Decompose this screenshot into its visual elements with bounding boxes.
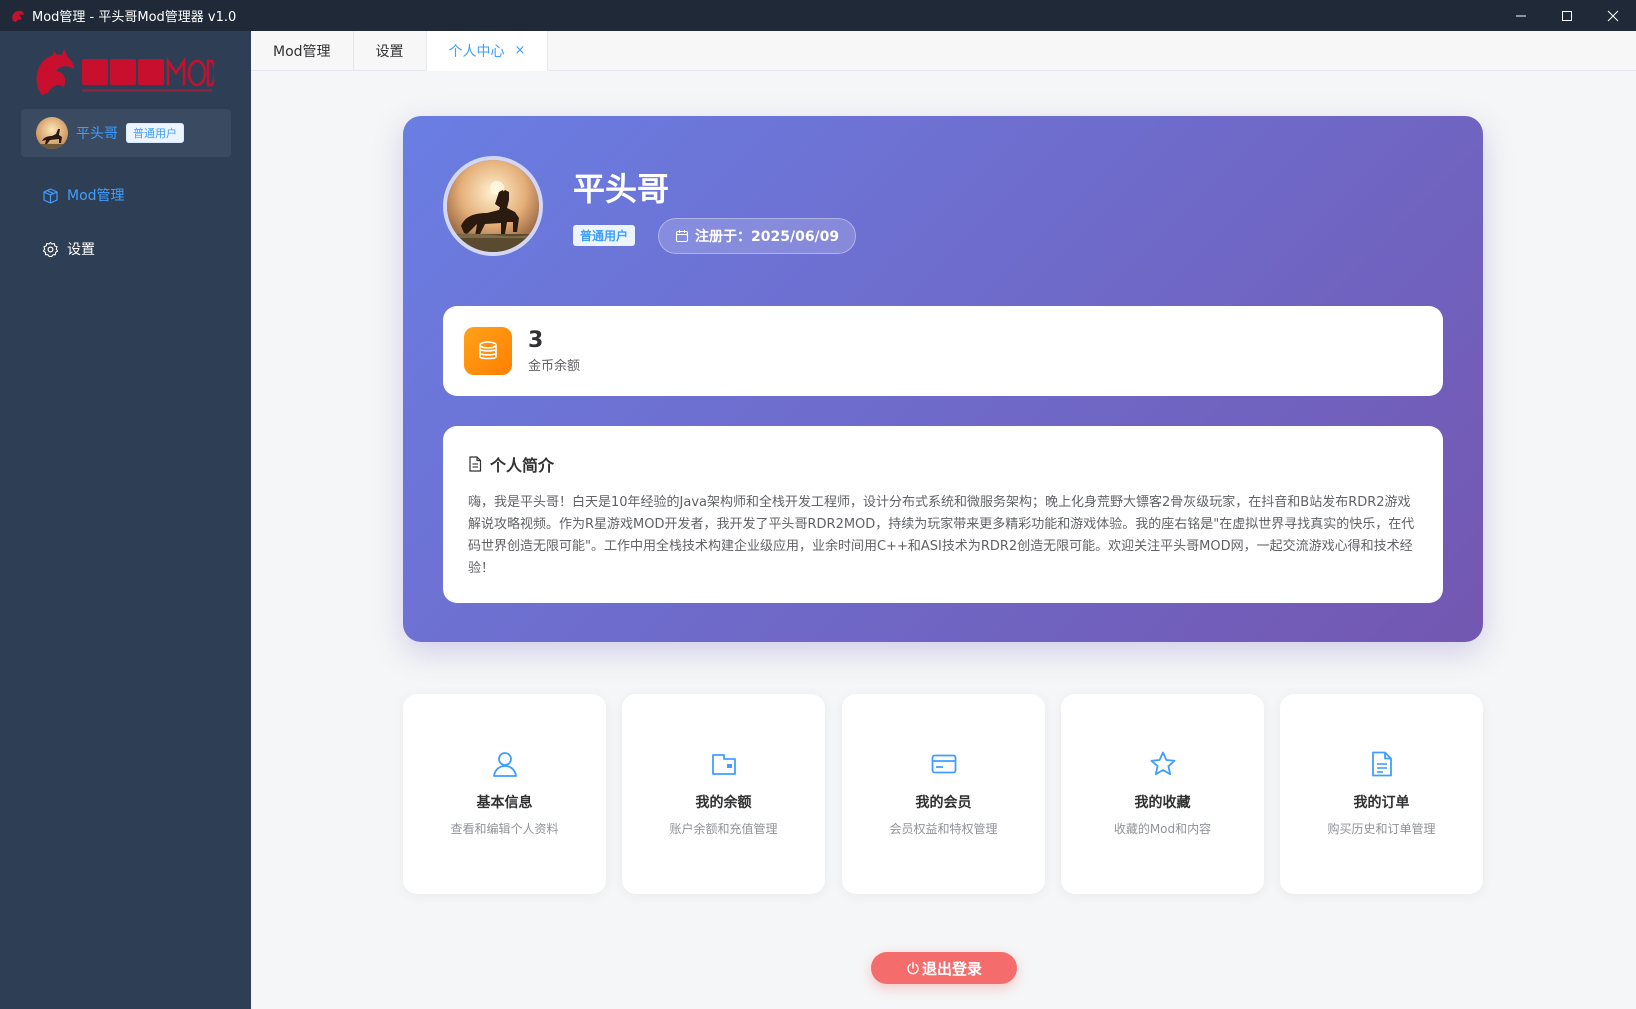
- profile-avatar[interactable]: [443, 156, 543, 256]
- window-title: Mod管理 - 平头哥Mod管理器 v1.0: [32, 10, 237, 25]
- quick-card-orders[interactable]: 我的订单 购买历史和订单管理: [1280, 694, 1483, 894]
- avatar: [36, 117, 68, 149]
- quick-card-title: 基本信息: [476, 795, 533, 811]
- tab-bar: Mod管理 设置 个人中心 ×: [251, 31, 1636, 71]
- calendar-icon: [675, 230, 689, 243]
- quick-card-desc: 收藏的Mod和内容: [1113, 822, 1212, 836]
- app-logo-icon: [12, 10, 24, 22]
- profile-hero-card: 平头哥 普通用户 注册于：2025/06/09 3 金币余额 个人简介 嗨，我是…: [403, 116, 1483, 642]
- profile-name: 平头哥: [573, 170, 670, 208]
- document-icon: [469, 456, 482, 472]
- document-icon: [1371, 751, 1392, 777]
- sidebar: 平头哥 普通用户 Mod管理 设置: [0, 31, 251, 1009]
- quick-card-desc: 购买历史和订单管理: [1327, 822, 1436, 836]
- logout-label: 退出登录: [921, 959, 982, 978]
- profile-level-badge: 普通用户: [573, 225, 636, 246]
- sidebar-user-name: 平头哥: [76, 126, 118, 142]
- quick-card-balance[interactable]: 我的余额 账户余额和充值管理: [622, 694, 825, 894]
- maximize-icon: [1562, 10, 1572, 21]
- close-window-button[interactable]: [1590, 0, 1636, 31]
- quick-card-title: 我的订单: [1353, 795, 1410, 811]
- user-icon: [492, 752, 517, 777]
- bio-title-text: 个人简介: [490, 456, 555, 475]
- maximize-button[interactable]: [1544, 0, 1590, 31]
- quick-card-basic-info[interactable]: 基本信息 查看和编辑个人资料: [403, 694, 606, 894]
- star-icon: [1150, 751, 1175, 776]
- tab-mod-management[interactable]: Mod管理: [251, 31, 354, 71]
- power-icon: [907, 961, 919, 975]
- user-card[interactable]: 平头哥 普通用户: [21, 109, 231, 157]
- close-icon: [1607, 10, 1619, 21]
- tab-label: 设置: [375, 44, 404, 60]
- tab-close-icon[interactable]: ×: [515, 43, 526, 58]
- sidebar-item-label: 设置: [67, 242, 95, 258]
- main-content: Mod管理 设置 个人中心 × 平头哥 普通用户 注册于：2025/06/09 …: [251, 31, 1636, 1009]
- coin-balance-label: 金币余额: [528, 359, 581, 374]
- register-date-text: 注册于：2025/06/09: [695, 229, 840, 245]
- card-icon: [931, 754, 956, 774]
- tab-label: 个人中心: [448, 43, 505, 60]
- quick-card-favorites[interactable]: 我的收藏 收藏的Mod和内容: [1061, 694, 1264, 894]
- quick-card-desc: 查看和编辑个人资料: [450, 822, 559, 836]
- title-bar: Mod管理 - 平头哥Mod管理器 v1.0: [0, 0, 1636, 31]
- coin-stack-icon: [464, 327, 512, 375]
- quick-card-desc: 会员权益和特权管理: [889, 822, 998, 836]
- bio-title: 个人简介: [468, 452, 1418, 476]
- sidebar-item-settings[interactable]: 设置: [42, 239, 95, 259]
- gear-icon: [42, 241, 59, 257]
- minimize-button[interactable]: [1498, 0, 1544, 31]
- quick-card-desc: 账户余额和充值管理: [669, 822, 778, 836]
- bio-card: 个人简介 嗨，我是平头哥！白天是10年经验的Java架构师和全栈开发工程师，设计…: [443, 426, 1443, 603]
- coin-balance-card: 3 金币余额: [443, 306, 1443, 396]
- user-level-badge: 普通用户: [126, 123, 184, 143]
- tab-settings[interactable]: 设置: [354, 31, 427, 71]
- logout-button[interactable]: 退出登录: [871, 952, 1017, 984]
- tab-label: Mod管理: [273, 44, 331, 60]
- minimize-icon: [1516, 15, 1526, 16]
- quick-card-title: 我的会员: [915, 795, 972, 811]
- bio-text: 嗨，我是平头哥！白天是10年经验的Java架构师和全栈开发工程师，设计分布式系统…: [468, 495, 1415, 576]
- sidebar-item-label: Mod管理: [67, 188, 125, 204]
- quick-card-title: 我的余额: [695, 795, 752, 811]
- box-icon: [43, 187, 58, 204]
- brand-logo: [36, 49, 214, 95]
- sidebar-item-mod-management[interactable]: Mod管理: [42, 185, 125, 205]
- register-date-pill: 注册于：2025/06/09: [658, 218, 857, 254]
- quick-card-title: 我的收藏: [1134, 795, 1191, 811]
- tab-profile[interactable]: 个人中心 ×: [426, 31, 549, 71]
- coin-balance-value: 3: [528, 328, 544, 353]
- wallet-icon: [711, 754, 736, 775]
- quick-card-membership[interactable]: 我的会员 会员权益和特权管理: [842, 694, 1045, 894]
